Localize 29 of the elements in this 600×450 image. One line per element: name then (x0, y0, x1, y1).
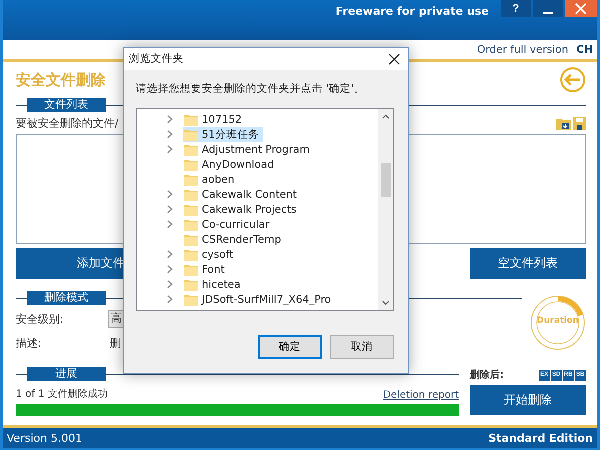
dialog-title: 浏览文件夹 (129, 52, 184, 66)
after-delete-label: 删除后: (470, 368, 504, 382)
folder-name: Cakewalk Projects (202, 204, 297, 216)
section-header: 文件列表 (27, 98, 106, 112)
folder-name: aoben (202, 174, 235, 186)
folder-name: Co-curricular (202, 218, 270, 230)
folder-name: CSRenderTemp (202, 234, 282, 246)
edition-text: Standard Edition (488, 432, 593, 444)
folder-name: Font (202, 264, 225, 276)
duration-label: Duration (536, 316, 580, 326)
page-title: 安全文件删除 (16, 70, 106, 90)
files-prompt: 要被安全删除的文件/ (16, 116, 119, 130)
folder-name: Adjustment Program (202, 144, 310, 156)
section-header: 进展 (27, 367, 106, 381)
section-header: 删除模式 (27, 291, 106, 305)
folder-name: cysoft (202, 248, 234, 260)
description-text: 删 (109, 336, 121, 350)
progress-status: 1 of 1 文件删除成功 (16, 388, 108, 401)
description-label: 描述: (16, 336, 43, 350)
version-text: Version 5.001 (7, 432, 82, 444)
license-text: Freeware for private use (336, 4, 490, 18)
folder-name: JDSoft-SurfMill7_X64_Pro (202, 294, 332, 306)
folder-name: AnyDownload (202, 158, 274, 170)
security-level-label: 安全级别: (16, 312, 65, 326)
dialog-instruction: 请选择您想要安全删除的文件夹并点击 '确定'。 (135, 82, 366, 97)
folder-name: hicetea (202, 278, 241, 290)
folder-name: Cakewalk Content (202, 188, 298, 200)
folder-name: 51分班任务 (202, 128, 260, 142)
folder-name: 107152 (202, 114, 242, 126)
